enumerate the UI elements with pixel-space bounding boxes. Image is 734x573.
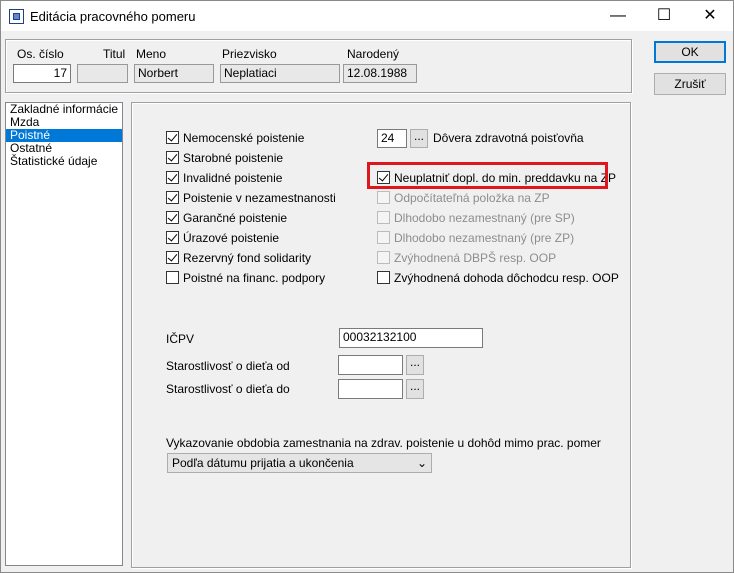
checkbox-nemocenske[interactable]: Nemocenské poistenie [166, 130, 304, 146]
checkbox-label: Invalidné poistenie [183, 171, 283, 185]
ok-button[interactable]: OK [654, 41, 726, 63]
checkbox-starobne[interactable]: Starobné poistenie [166, 150, 283, 166]
checkbox-box[interactable] [166, 271, 179, 284]
checkbox-invalidne[interactable]: Invalidné poistenie [166, 170, 282, 186]
care-to-field[interactable] [338, 379, 403, 399]
checkbox-label: Nemocenské poistenie [183, 131, 305, 145]
os-cislo-field[interactable]: 17 [13, 64, 71, 83]
meno-label: Meno [136, 47, 167, 61]
checkbox-label: Úrazové poistenie [183, 231, 280, 245]
chevron-down-icon: ⌄ [416, 456, 428, 470]
checkbox-box[interactable] [166, 231, 179, 244]
checkbox-box[interactable] [166, 251, 179, 264]
checkbox-label: Dlhodobo nezamestnaný (pre SP) [394, 211, 575, 225]
checkbox-dlhodobo-zp: Dlhodobo nezamestnaný (pre ZP) [377, 230, 574, 246]
checkbox-label: Dlhodobo nezamestnaný (pre ZP) [394, 231, 575, 245]
checkbox-label: Garančné poistenie [183, 211, 288, 225]
insurer-name: Dôvera zdravotná poisťovňa [433, 131, 584, 145]
titul-field [77, 64, 128, 83]
highlight-annotation [367, 162, 608, 189]
checkbox-box[interactable] [377, 271, 390, 284]
cancel-button[interactable]: Zrušiť [654, 73, 726, 95]
reporting-select[interactable]: Podľa dátumu prijatia a ukončenia ⌄ [167, 453, 432, 473]
window-title: Editácia pracovného pomeru [30, 9, 196, 24]
care-from-field[interactable] [338, 355, 403, 375]
care-from-picker-button[interactable]: ... [406, 355, 424, 375]
checkbox-box[interactable] [166, 131, 179, 144]
sidebar-item-statisticke[interactable]: Štatistické údaje [6, 155, 122, 168]
maximize-button[interactable]: ☐ [641, 1, 687, 31]
checkbox-garancne[interactable]: Garančné poistenie [166, 210, 287, 226]
checkbox-dbps: Zvýhodnená DBPŠ resp. OOP [377, 250, 556, 266]
checkbox-box [377, 191, 390, 204]
checkbox-box[interactable] [166, 151, 179, 164]
section-list[interactable]: Zakladné informácie Mzda Poistné Ostatné… [5, 102, 123, 566]
dialog-window: Editácia pracovného pomeru — ☐ ✕ Os. čís… [0, 0, 734, 573]
checkbox-odpocitatelna: Odpočítateľná položka na ZP [377, 190, 550, 206]
checkbox-label: Odpočítateľná položka na ZP [394, 191, 550, 205]
checkbox-box[interactable] [166, 171, 179, 184]
checkbox-financ-podpory[interactable]: Poistné na financ. podpory [166, 270, 325, 286]
checkbox-box [377, 251, 390, 264]
checkbox-dlhodobo-sp: Dlhodobo nezamestnaný (pre SP) [377, 210, 575, 226]
close-button[interactable]: ✕ [687, 1, 733, 31]
priezvisko-field: Neplatiaci [220, 64, 340, 83]
minimize-button[interactable]: — [595, 1, 641, 31]
priezvisko-label: Priezvisko [222, 47, 277, 61]
narodeny-field: 12.08.1988 [343, 64, 417, 83]
care-to-label: Starostlivosť o dieťa do [166, 382, 290, 396]
checkbox-nezamestnanost[interactable]: Poistenie v nezamestnanosti [166, 190, 336, 206]
checkbox-box [377, 231, 390, 244]
checkbox-urazove[interactable]: Úrazové poistenie [166, 230, 279, 246]
narodeny-label: Narodený [347, 47, 400, 61]
title-bar: Editácia pracovného pomeru — ☐ ✕ [1, 1, 733, 31]
app-icon [9, 9, 24, 24]
icpv-label: IČPV [166, 332, 195, 346]
checkbox-rezervny-fond[interactable]: Rezervný fond solidarity [166, 250, 311, 266]
checkbox-box[interactable] [166, 191, 179, 204]
checkbox-label: Rezervný fond solidarity [183, 251, 312, 265]
insurer-code-field[interactable]: 24 [377, 129, 407, 148]
checkbox-label: Poistenie v nezamestnanosti [183, 191, 336, 205]
checkbox-label: Zvýhodnená DBPŠ resp. OOP [394, 251, 557, 265]
checkbox-box [377, 211, 390, 224]
meno-field: Norbert [134, 64, 214, 83]
checkbox-label: Poistné na financ. podpory [183, 271, 326, 285]
reporting-label: Vykazovanie obdobia zamestnania na zdrav… [166, 436, 601, 450]
insurer-lookup-button[interactable]: ... [410, 129, 428, 148]
checkbox-box[interactable] [166, 211, 179, 224]
care-to-picker-button[interactable]: ... [406, 379, 424, 399]
checkbox-dohoda-dochodcu[interactable]: Zvýhodnená dohoda dôchodcu resp. OOP [377, 270, 619, 286]
checkbox-label: Starobné poistenie [183, 151, 284, 165]
checkbox-label: Zvýhodnená dohoda dôchodcu resp. OOP [394, 271, 619, 285]
icpv-field[interactable]: 00032132100 [339, 328, 483, 348]
reporting-selected-value: Podľa dátumu prijatia a ukončenia [172, 456, 354, 470]
care-from-label: Starostlivosť o dieťa od [166, 359, 290, 373]
titul-label: Titul [103, 47, 126, 61]
os-cislo-label: Os. číslo [17, 47, 64, 61]
